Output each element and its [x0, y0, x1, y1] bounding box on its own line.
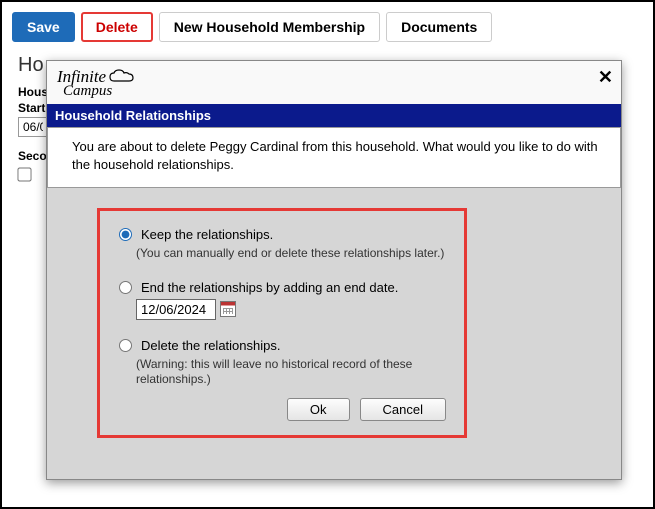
- option-end[interactable]: End the relationships by adding an end d…: [114, 280, 446, 295]
- toolbar: Save Delete New Household Membership Doc…: [2, 2, 653, 52]
- household-relationships-dialog: Infinite Campus ✕ Household Relationship…: [46, 60, 622, 480]
- calendar-icon[interactable]: [220, 301, 236, 317]
- dialog-title: Household Relationships: [47, 104, 621, 127]
- option-keep-radio[interactable]: [119, 228, 132, 241]
- option-delete-radio[interactable]: [119, 339, 132, 352]
- option-delete[interactable]: Delete the relationships.: [114, 338, 446, 353]
- dialog-body: Keep the relationships. (You can manuall…: [47, 208, 621, 438]
- dialog-message: You are about to delete Peggy Cardinal f…: [47, 127, 621, 188]
- option-keep-label: Keep the relationships.: [141, 227, 273, 242]
- new-household-membership-button[interactable]: New Household Membership: [159, 12, 380, 42]
- option-delete-label: Delete the relationships.: [141, 338, 280, 353]
- ok-button[interactable]: Ok: [287, 398, 350, 421]
- option-end-radio[interactable]: [119, 281, 132, 294]
- end-date-row: [136, 299, 446, 320]
- start-date-input[interactable]: [18, 117, 48, 137]
- cancel-button[interactable]: Cancel: [360, 398, 446, 421]
- seco-checkbox[interactable]: [17, 167, 31, 181]
- save-button[interactable]: Save: [12, 12, 75, 42]
- dialog-header: Infinite Campus ✕: [47, 61, 621, 104]
- option-keep-sub: (You can manually end or delete these re…: [136, 246, 446, 262]
- form-label-start: Start: [18, 101, 45, 115]
- option-end-label: End the relationships by adding an end d…: [141, 280, 398, 295]
- app-window: Save Delete New Household Membership Doc…: [0, 0, 655, 509]
- cloud-icon: [108, 69, 136, 85]
- documents-button[interactable]: Documents: [386, 12, 492, 42]
- dialog-button-row: Ok Cancel: [114, 398, 446, 421]
- relationship-options-box: Keep the relationships. (You can manuall…: [97, 208, 467, 438]
- close-icon[interactable]: ✕: [598, 67, 613, 88]
- option-delete-sub: (Warning: this will leave no historical …: [136, 357, 446, 388]
- end-date-input[interactable]: [136, 299, 216, 320]
- option-keep[interactable]: Keep the relationships.: [114, 227, 446, 242]
- delete-button[interactable]: Delete: [81, 12, 153, 42]
